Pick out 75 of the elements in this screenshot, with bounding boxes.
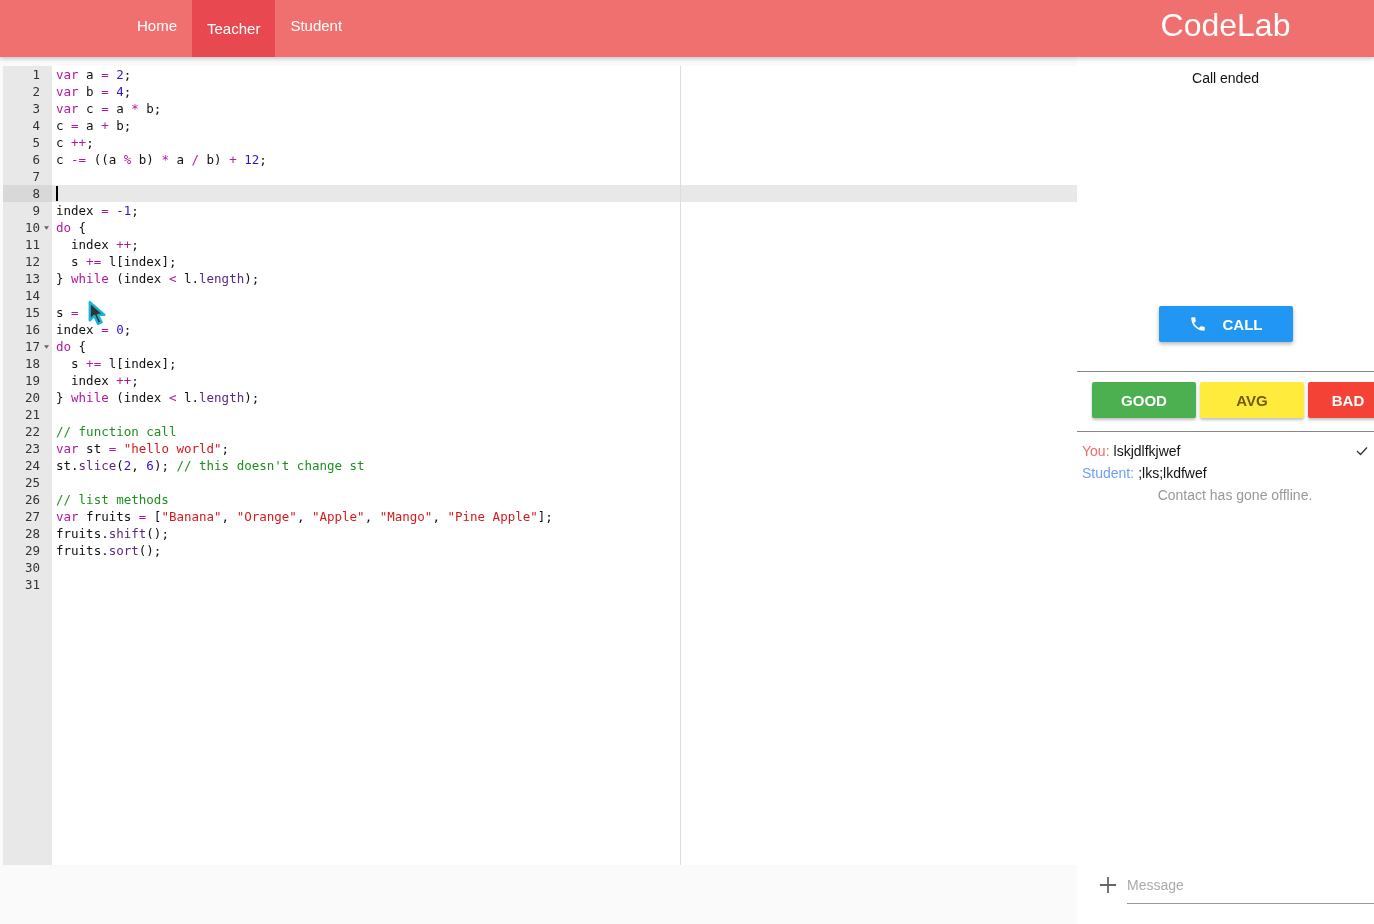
line-number: 6 [32, 151, 40, 168]
code-line: index = 0; [56, 321, 132, 338]
message-text: ;lks;lkdfwef [1138, 465, 1208, 481]
code-line: var a = 2; [56, 66, 132, 83]
line-number: 15 [24, 304, 40, 321]
text-cursor [56, 186, 58, 201]
line-number: 10 [24, 219, 40, 236]
line-number: 9 [32, 202, 40, 219]
line-number: 3 [32, 100, 40, 117]
code-line: fruits.sort(); [56, 542, 162, 559]
code-line: // list methods [56, 491, 169, 508]
message-text: lskjdlfkjwef [1113, 443, 1182, 459]
code-line: var st = "hello world"; [56, 440, 230, 457]
line-number: 5 [32, 134, 40, 151]
logo: CodeLab [1159, 5, 1292, 45]
line-number: 25 [24, 474, 40, 491]
code-line: index ++; [70, 236, 139, 253]
code-line: s += l[index]; [70, 253, 177, 270]
code-line: fruits.shift(); [56, 525, 169, 542]
code-line: var c = a * b; [56, 100, 162, 117]
line-number: 14 [24, 287, 40, 304]
code-line: s += l[index]; [70, 355, 177, 372]
line-number: 24 [24, 457, 40, 474]
nav-tab[interactable]: Home [122, 0, 192, 50]
fold-arrow-icon[interactable] [43, 225, 49, 230]
line-number: 13 [24, 270, 40, 287]
line-number: 26 [24, 491, 40, 508]
line-number: 16 [24, 321, 40, 338]
line-number: 27 [24, 508, 40, 525]
code-line: var b = 4; [56, 83, 132, 100]
line-number: 28 [24, 525, 40, 542]
code-line: index ++; [70, 372, 139, 389]
add-icon[interactable] [1099, 876, 1117, 894]
code-line: // function call [56, 423, 177, 440]
nav-tab[interactable]: Student [275, 0, 358, 50]
code-line: } while (index < l.length); [56, 270, 260, 287]
line-number: 19 [24, 372, 40, 389]
line-number: 17 [24, 338, 40, 355]
code-line: do { [56, 338, 87, 355]
code-line: do { [56, 219, 87, 236]
line-number: 8 [32, 185, 40, 202]
line-number: 2 [32, 83, 40, 100]
line-number: 21 [24, 406, 40, 423]
code-line: c ++; [56, 134, 94, 151]
code-line: s = [56, 304, 79, 321]
rating-button[interactable]: GOOD [1092, 382, 1196, 418]
code-line: c = a + b; [56, 117, 132, 134]
phone-icon [1188, 315, 1207, 333]
line-number: 7 [32, 168, 40, 185]
nav-tab[interactable]: Teacher [192, 0, 276, 57]
message-field[interactable]: Message [1127, 866, 1374, 904]
line-number: 18 [24, 355, 40, 372]
rating-button[interactable]: BAD [1308, 382, 1374, 418]
line-number: 22 [24, 423, 40, 440]
line-number: 29 [24, 542, 40, 559]
line-number: 11 [24, 236, 40, 253]
line-number: 12 [24, 253, 40, 270]
rating-button[interactable]: AVG [1200, 382, 1304, 418]
message-sender: You: [1082, 443, 1110, 459]
message-sender: Student: [1082, 465, 1135, 481]
line-number: 4 [32, 117, 40, 134]
code-line: st.slice(2, 6); // this doesn't change st [56, 457, 365, 474]
code-line: } while (index < l.length); [56, 389, 260, 406]
line-number: 30 [24, 559, 40, 576]
call-status: Call ended [1192, 70, 1259, 86]
line-number: 20 [24, 389, 40, 406]
code-line: c -= ((a % b) * a / b) + 12; [56, 151, 267, 168]
call-button[interactable]: CALL [1158, 306, 1293, 342]
line-number: 31 [24, 576, 40, 593]
line-number: 1 [32, 66, 40, 83]
line-number: 23 [24, 440, 40, 457]
code-line: var fruits = ["Banana", "Orange", "Apple", "Mango", "Pine Apple"]; [56, 508, 553, 525]
code-line: index = -1; [56, 202, 139, 219]
chat-notice: Contact has gone offline. [1156, 486, 1314, 505]
fold-arrow-icon[interactable] [43, 344, 49, 349]
